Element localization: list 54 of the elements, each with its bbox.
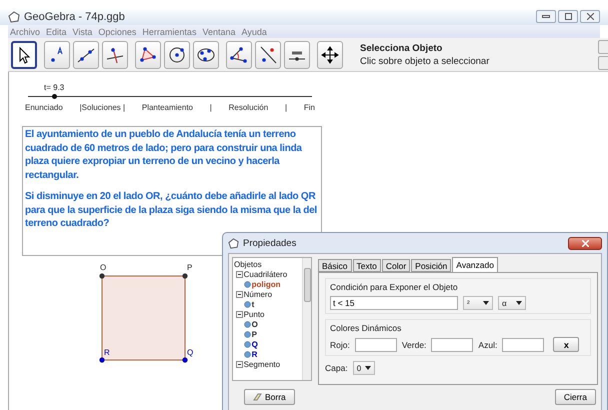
menu-item[interactable]: Archivo (10, 26, 40, 36)
point-label: P (187, 263, 192, 272)
nav-text: |Soluciones | (80, 103, 126, 112)
nav-text: Resolución (228, 103, 268, 112)
dropdown[interactable]: α (498, 296, 526, 310)
menu-item[interactable]: Opciones (98, 26, 136, 36)
tab[interactable]: Texto (352, 259, 381, 272)
nav-text: Planteamiento (142, 103, 194, 112)
menu-item[interactable]: Edita (46, 26, 67, 36)
tab[interactable]: Posición (411, 259, 452, 272)
dialog-title: Propiedades (243, 238, 298, 248)
tab[interactable]: Color (382, 259, 410, 272)
tab[interactable]: Básico (318, 259, 352, 272)
nav-text: Fin (304, 103, 315, 112)
dropdown[interactable]: ² (463, 296, 493, 310)
tree-item[interactable]: Número (244, 290, 272, 298)
nav-text: Enunciado (25, 103, 63, 112)
menu-item[interactable]: Ventana (202, 26, 236, 36)
menu-item[interactable]: Herramientas (142, 26, 196, 36)
field-label: Rojo: (330, 340, 350, 350)
close-dialog-button[interactable]: Cierra (554, 389, 596, 405)
tree-item[interactable]: R (252, 350, 258, 358)
field-label: Capa: (325, 363, 348, 373)
problem-text: Si disminuye en 20 el lado OR, ¿cuánto debe añadirle al lado QR para que la superficie de la plaza siga siendo la misma que la del terreno cuadrado? (25, 190, 318, 230)
point-label: R (104, 348, 110, 357)
tree-item[interactable]: P (252, 330, 257, 338)
tree-item[interactable]: Cuadrilátero (244, 270, 288, 278)
tab[interactable]: Avanzado (452, 257, 498, 272)
menu-item[interactable]: Vista (72, 26, 92, 36)
tree-item[interactable]: Q (252, 340, 258, 348)
group-title: Colores Dinámicos (330, 323, 402, 333)
point-label: Q (187, 348, 194, 357)
layer-dropdown[interactable]: 0 (352, 361, 375, 375)
tree-item[interactable]: poligon (252, 280, 280, 288)
nav-text: | (284, 103, 288, 112)
field-label: Verde: (402, 340, 426, 350)
field-label: Azul: (478, 340, 498, 350)
window-title: GeoGebra - 74p.ggb (24, 10, 126, 22)
nav-text: | (210, 103, 212, 112)
clear-button[interactable]: x (553, 337, 580, 352)
problem-text: El ayuntamiento de un pueblo de Andalucía tenía un terreno cuadrado de 60 metros de lado; pero para construir una linda plaza quiere expropiar un terreno de un vecino y hacerla rectangular. (25, 128, 303, 182)
tree-item[interactable]: Punto (244, 310, 264, 318)
group-title: Condición para Exponer el Objeto (330, 282, 459, 292)
delete-button[interactable]: Borra (244, 389, 295, 405)
point-label: O (100, 263, 106, 272)
tree-item[interactable]: O (252, 320, 258, 328)
tree-item[interactable]: Segmento (244, 360, 280, 368)
slider-label: t= 9.3 (44, 83, 64, 92)
tree-item[interactable]: t (252, 300, 254, 308)
menu-item[interactable]: Ayuda (242, 26, 267, 36)
tree-item[interactable]: Objetos (234, 260, 262, 268)
tool-name: Selecciona Objeto (360, 42, 444, 54)
tool-hint: Clic sobre objeto a seleccionar (360, 56, 490, 66)
condition-field[interactable]: t < 15 (330, 296, 458, 310)
